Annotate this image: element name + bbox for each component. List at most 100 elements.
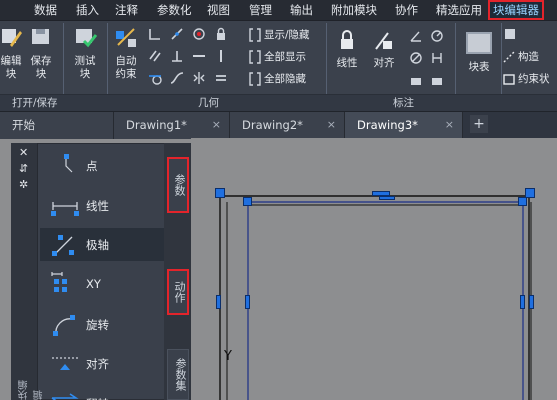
lock-geometry-icon[interactable] xyxy=(214,27,228,41)
palette-side-tabs: 参数 动作 参数集 xyxy=(164,143,191,400)
list-item-xy[interactable]: XY xyxy=(40,268,164,301)
lock-linear-icon xyxy=(341,30,353,49)
tab-actions[interactable]: 动作 xyxy=(167,269,189,315)
lock-diameter-icon[interactable] xyxy=(409,51,423,65)
list-item-label: 极轴 xyxy=(86,238,109,252)
aligned-label: 对齐 xyxy=(373,57,395,69)
menu-item-output[interactable]: 输出 xyxy=(290,2,313,18)
block-table-icon xyxy=(466,32,492,54)
menu-item-addins[interactable]: 附加模块 xyxy=(331,2,377,18)
lock-vertical-dim-icon[interactable] xyxy=(430,51,444,65)
menu-item-insert[interactable]: 插入 xyxy=(76,2,99,18)
menu-item-featured-apps[interactable]: 精选应用 xyxy=(436,2,482,18)
constraint-status-label: 约束状 xyxy=(518,73,550,85)
edit-block-button[interactable]: 编辑 块 xyxy=(0,25,22,81)
close-icon[interactable]: × xyxy=(212,112,221,138)
parallel-icon[interactable] xyxy=(148,49,162,63)
grip-handle[interactable] xyxy=(215,188,225,198)
list-item-polar[interactable]: 极轴 xyxy=(40,228,164,261)
panel-title-dimension[interactable]: 标注 xyxy=(393,95,414,110)
vertical-icon[interactable] xyxy=(214,49,228,63)
parameter-list: 点 线性 极轴 XY 旋转 对齐 翻转 xyxy=(40,143,164,400)
constraint-status-button[interactable]: 约束状 xyxy=(503,71,550,86)
list-item-label: 翻转 xyxy=(86,396,109,400)
grip-handle[interactable] xyxy=(518,197,527,206)
list-item-point[interactable]: 点 xyxy=(40,149,164,182)
menu-item-parametric[interactable]: 参数化 xyxy=(157,2,192,18)
tab-start[interactable]: 开始 xyxy=(0,112,114,139)
show-all-button[interactable]: 全部显示 xyxy=(249,49,306,64)
close-icon[interactable]: × xyxy=(327,112,336,138)
grip-handle[interactable] xyxy=(243,197,252,206)
block-table-label: 块表 xyxy=(468,61,490,73)
lock-aligned-icon xyxy=(375,32,392,50)
menu-item-collaborate[interactable]: 协作 xyxy=(395,2,418,18)
show-hide-button[interactable]: 显示/隐藏 xyxy=(249,27,310,42)
panel-title-bar xyxy=(0,94,557,111)
equal-icon[interactable] xyxy=(214,71,228,85)
tangent-icon[interactable] xyxy=(148,71,162,85)
menu-item-annotate[interactable]: 注释 xyxy=(115,2,138,18)
list-item-alignment[interactable]: 对齐 xyxy=(40,347,164,380)
properties-icon[interactable] xyxy=(430,73,444,87)
lock-radius-icon[interactable] xyxy=(430,29,444,43)
smooth-icon[interactable] xyxy=(170,71,184,85)
tab-drawing3[interactable]: Drawing3* × xyxy=(345,112,463,139)
tab-label: 动作 xyxy=(173,281,186,303)
attribute-definition-icon[interactable] xyxy=(503,27,517,41)
close-icon[interactable]: ✕ xyxy=(19,147,28,158)
aligned-dimension-button[interactable]: 对齐 xyxy=(368,29,400,70)
tab-parameter-sets[interactable]: 参数集 xyxy=(167,349,189,400)
grip-handle[interactable] xyxy=(529,295,534,309)
grip-handle[interactable] xyxy=(379,196,395,200)
list-item-rotation[interactable]: 旋转 xyxy=(40,308,164,341)
panel-title-geometry[interactable]: 几何 xyxy=(198,95,219,110)
auto-constrain-icon xyxy=(116,28,136,47)
menu-item-manage[interactable]: 管理 xyxy=(249,2,272,18)
new-tab-button[interactable]: + xyxy=(470,115,488,133)
document-tab-bar: 开始 Drawing1* × Drawing2* × Drawing3* × + xyxy=(0,111,557,139)
menu-item-block-editor[interactable]: 块编辑器 xyxy=(488,0,544,20)
concentric-icon[interactable] xyxy=(192,27,206,41)
xy-parameter-icon xyxy=(51,272,67,292)
tab-drawing2[interactable]: Drawing2* × xyxy=(230,112,345,139)
block-table-button[interactable]: 块表 xyxy=(462,29,496,74)
menu-item-view[interactable]: 视图 xyxy=(207,2,230,18)
collinear-icon[interactable] xyxy=(170,27,184,41)
list-item-label: XY xyxy=(86,277,101,291)
grip-handle[interactable] xyxy=(245,295,250,309)
construction-button[interactable]: 构造 xyxy=(503,49,539,64)
list-item-linear[interactable]: 线性 xyxy=(40,189,164,222)
show-hide-label: 显示/隐藏 xyxy=(264,29,310,41)
grip-handle[interactable] xyxy=(216,295,221,309)
settings-icon[interactable]: ✲ xyxy=(19,179,28,190)
test-block-button[interactable]: 测试 块 xyxy=(70,25,100,81)
tab-parameters[interactable]: 参数 xyxy=(167,157,189,213)
perpendicular-icon[interactable] xyxy=(170,49,184,63)
ucs-y-label: Y xyxy=(224,349,232,364)
save-block-button[interactable]: 保存 块 xyxy=(28,25,54,81)
tab-label: 开始 xyxy=(12,118,35,132)
grip-handle[interactable] xyxy=(520,295,525,309)
block-geometry xyxy=(219,195,532,400)
save-block-label: 保存 块 xyxy=(30,55,52,80)
coincident-icon[interactable] xyxy=(148,27,162,41)
construction-icon xyxy=(503,51,515,62)
auto-constrain-button[interactable]: 自动 约束 xyxy=(110,25,142,81)
linear-dimension-button[interactable]: 线性 xyxy=(331,29,363,70)
drawing-canvas[interactable]: Y xyxy=(191,138,557,400)
symmetric-icon[interactable] xyxy=(192,71,206,85)
lock-angular-icon[interactable] xyxy=(409,29,423,43)
hide-all-button[interactable]: 全部隐藏 xyxy=(249,71,306,86)
menu-item-data[interactable]: 数据 xyxy=(34,2,57,18)
constraint-status-icon xyxy=(503,73,515,85)
list-item-flip[interactable]: 翻转 xyxy=(40,387,164,400)
edit-block-label: 编辑 块 xyxy=(0,55,22,80)
close-icon[interactable]: × xyxy=(445,112,454,138)
tab-drawing1[interactable]: Drawing1* × xyxy=(114,112,230,139)
convert-icon[interactable] xyxy=(409,73,423,87)
pin-icon[interactable]: ⇵ xyxy=(19,163,28,174)
horizontal-icon[interactable] xyxy=(192,49,206,63)
panel-title-open-save[interactable]: 打开/保存 xyxy=(12,95,58,110)
ribbon: 编辑 块 保存 块 测试 块 自动 约束 显示/隐藏 全部显示 全部隐藏 线性 … xyxy=(0,21,557,111)
